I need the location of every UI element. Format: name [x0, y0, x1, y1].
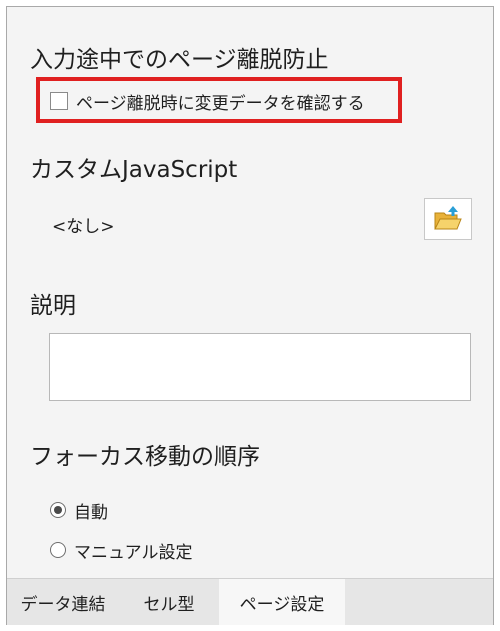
folder-open-icon — [434, 206, 462, 230]
focus-order-option-auto[interactable]: 自動 — [50, 498, 108, 523]
confirm-on-leave-checkbox[interactable] — [50, 92, 68, 110]
radio-manual[interactable] — [50, 542, 66, 558]
description-input[interactable] — [49, 333, 471, 401]
leave-prevention-title: 入力途中でのページ離脱防止 — [30, 47, 329, 73]
confirm-on-leave-label: ページ離脱時に変更データを確認する — [76, 93, 365, 114]
custom-js-value: <なし> — [52, 217, 115, 237]
radio-auto[interactable] — [50, 502, 66, 518]
tab-data-binding[interactable]: データ連結 — [7, 579, 119, 625]
bottom-tab-bar: データ連結 セル型 ページ設定 — [7, 578, 493, 625]
focus-order-option-manual[interactable]: マニュアル設定 — [50, 538, 193, 563]
focus-order-title: フォーカス移動の順序 — [30, 444, 260, 470]
browse-js-button[interactable] — [424, 198, 472, 240]
tab-page-settings[interactable]: ページ設定 — [219, 579, 345, 625]
confirm-on-leave-checkbox-row[interactable]: ページ離脱時に変更データを確認する — [50, 89, 365, 114]
custom-js-title: カスタムJavaScript — [30, 157, 238, 183]
tab-cell-type[interactable]: セル型 — [119, 579, 219, 625]
description-title: 説明 — [30, 293, 76, 319]
radio-auto-label: 自動 — [74, 502, 108, 523]
radio-manual-label: マニュアル設定 — [74, 542, 193, 563]
